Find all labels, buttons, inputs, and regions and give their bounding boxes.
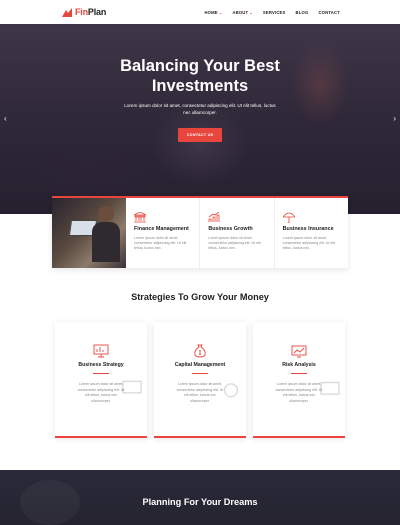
growth-chart-icon [208,210,263,222]
hero-banner: ‹ › Balancing Your Best Investments Lorem… [0,24,400,214]
site-logo[interactable]: FinPlan [62,6,106,18]
chevron-down-icon: ⌄ [218,9,223,15]
analytics-icon [291,344,307,358]
feature-business-insurance[interactable]: Business Insurance Lorem ipsum dolor sit… [273,198,348,268]
card-title: Risk Analysis [282,362,316,368]
strategies-heading: Strategies To Grow Your Money [131,292,269,302]
feature-title: Business Insurance [282,226,334,232]
money-bag-icon [192,344,208,358]
feature-finance-management[interactable]: Finance Management Lorem ipsum dolor sit… [126,198,199,268]
contact-us-button[interactable]: CONTACT US [178,128,222,142]
feature-business-growth[interactable]: Business Growth Lorem ipsum dolor sit am… [199,198,273,268]
feature-title: Finance Management [134,226,189,232]
umbrella-icon [281,210,338,224]
main-nav: HOME ⌄ ABOUT ⌄ SERVICES BLOG CONTACT [204,0,340,24]
laptop-photo [52,198,126,268]
features-strip: Finance Management Lorem ipsum dolor sit… [52,196,348,268]
slider-next-icon[interactable]: › [393,114,396,123]
planning-heading: Planning For Your Dreams [142,497,258,507]
feature-text: Lorem ipsum dolor sit amet, consectetur … [134,236,187,250]
chevron-down-icon: ⌄ [249,9,253,15]
card-business-strategy[interactable]: Business Strategy Lorem ipsum dolor sit … [55,322,147,438]
card-capital-management[interactable]: Capital Management Lorem ipsum dolor sit… [154,322,246,438]
logo-icon [62,7,72,17]
title-underline [291,373,307,374]
feature-text: Lorem ipsum dolor sit amet, consectetur … [282,236,335,250]
card-title: Business Strategy [78,362,124,368]
logo-text: FinPlan [75,7,107,17]
title-underline [93,373,109,374]
nav-blog[interactable]: BLOG [296,10,309,15]
site-header: FinPlan HOME ⌄ ABOUT ⌄ SERVICES BLOG CONTA… [0,0,400,24]
presentation-board-icon [121,380,143,398]
feature-title: Business Growth [208,226,253,232]
analytics-icon [319,380,341,398]
nav-services[interactable]: SERVICES [263,10,286,15]
title-underline [192,373,208,374]
presentation-board-icon [93,344,109,358]
bank-icon [133,210,189,223]
slider-prev-icon[interactable]: ‹ [4,114,7,123]
nav-about[interactable]: ABOUT ⌄ [232,10,252,15]
card-risk-analysis[interactable]: Risk Analysis Lorem ipsum dolor sit amet… [253,322,345,438]
hero-subtitle: Lorem ipsum dolor sit amet, consectetur … [124,103,276,115]
nav-home[interactable]: HOME ⌄ [204,10,222,15]
feature-text: Lorem ipsum dolor sit amet, consectetur … [208,236,261,250]
money-bag-icon [220,380,242,398]
hero-title: Balancing Your Best Investments [120,57,280,95]
card-title: Capital Management [174,362,226,368]
nav-contact[interactable]: CONTACT [318,10,340,15]
